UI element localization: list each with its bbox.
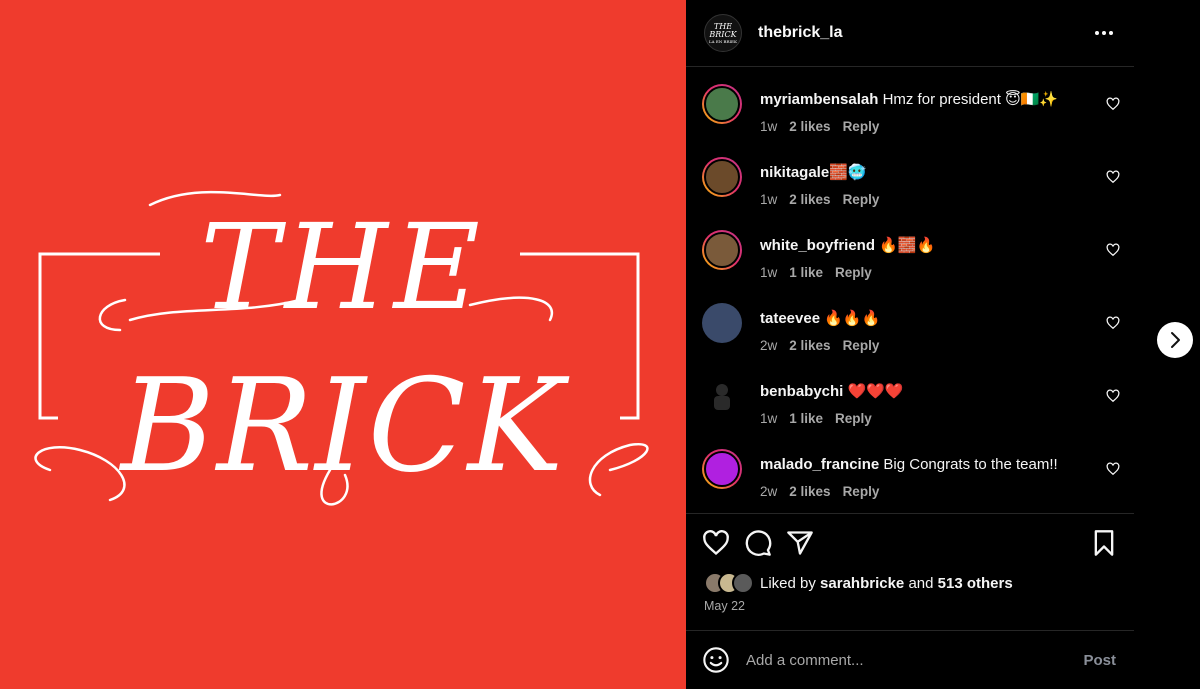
comment-username[interactable]: tateevee <box>760 310 820 327</box>
comment-username[interactable]: malado_francine <box>760 456 879 473</box>
next-post-button[interactable] <box>1157 322 1193 358</box>
comment-age[interactable]: 1w <box>760 119 777 134</box>
comment-text: Hmz for president 😇🇨🇮✨ <box>882 91 1059 108</box>
comment-likes[interactable]: 2 likes <box>789 119 830 134</box>
comment-username[interactable]: benbabychi <box>760 383 843 400</box>
reply-button[interactable]: Reply <box>843 484 880 499</box>
profile-avatar[interactable]: THE BRICK LA EN BRIEK <box>704 14 742 52</box>
comment-item: tateevee 🔥🔥🔥 2w 2 likes Reply <box>686 303 1134 376</box>
comment-item: malado_francine Big Congrats to the team… <box>686 449 1134 522</box>
post-actions-area: Liked by sarahbricke and 513 others May … <box>686 513 1134 630</box>
comment-item: myriambensalah Hmz for president 😇🇨🇮✨ 1w… <box>686 84 1134 157</box>
likes-others-link[interactable]: 513 others <box>938 575 1013 592</box>
reply-button[interactable]: Reply <box>843 119 880 134</box>
comment-age[interactable]: 2w <box>760 338 777 353</box>
logo-line-1: THE <box>200 198 486 336</box>
chevron-right-icon <box>1171 332 1180 348</box>
likes-and-text: and <box>908 574 934 592</box>
reply-button[interactable]: Reply <box>843 338 880 353</box>
comment-age[interactable]: 2w <box>760 484 777 499</box>
logo-line-2: BRICK <box>119 352 570 501</box>
comment-age[interactable]: 1w <box>760 265 777 280</box>
post-media[interactable]: THE BRICK <box>0 0 686 689</box>
more-options-icon[interactable] <box>1092 21 1116 45</box>
comments-list: myriambensalah Hmz for president 😇🇨🇮✨ 1w… <box>686 84 1134 522</box>
reply-button[interactable]: Reply <box>835 411 872 426</box>
add-comment-bar: Post <box>686 630 1134 689</box>
comment-like-heart-icon[interactable] <box>1106 97 1120 111</box>
liker-username[interactable]: sarahbricke <box>820 575 904 592</box>
comment-item: benbabychi ❤️❤️❤️ 1w 1 like Reply <box>686 376 1134 449</box>
post-side-panel: THE BRICK LA EN BRIEK thebrick_la myriam… <box>686 0 1134 689</box>
comment-likes[interactable]: 2 likes <box>789 484 830 499</box>
commenter-avatar[interactable] <box>702 84 742 124</box>
like-heart-icon[interactable] <box>702 529 730 557</box>
commenter-avatar[interactable] <box>702 376 742 416</box>
share-paper-plane-icon[interactable] <box>786 529 814 557</box>
post-comment-button[interactable]: Post <box>1083 652 1116 669</box>
likes-summary: Liked by sarahbricke and 513 others <box>686 572 1134 594</box>
post-date[interactable]: May 22 <box>686 599 1134 613</box>
save-bookmark-icon[interactable] <box>1090 529 1118 557</box>
liked-by-text: Liked by <box>760 574 816 592</box>
comment-username[interactable]: white_boyfriend <box>760 237 875 254</box>
comment-text: Big Congrats to the team!! <box>883 456 1058 473</box>
comment-input[interactable] <box>746 651 1084 669</box>
comment-likes[interactable]: 1 like <box>789 411 823 426</box>
comment-like-heart-icon[interactable] <box>1106 243 1120 257</box>
post-header: THE BRICK LA EN BRIEK thebrick_la <box>686 0 1134 67</box>
comment-like-heart-icon[interactable] <box>1106 462 1120 476</box>
comment-age[interactable]: 1w <box>760 192 777 207</box>
emoji-smiley-icon[interactable] <box>702 646 730 674</box>
comment-likes[interactable]: 2 likes <box>789 192 830 207</box>
comment-like-heart-icon[interactable] <box>1106 316 1120 330</box>
comment-text: ❤️❤️❤️ <box>847 383 904 400</box>
comment-username[interactable]: nikitagale <box>760 164 829 181</box>
commenter-avatar[interactable] <box>702 303 742 343</box>
comment-item: nikitagale🧱🥶 1w 2 likes Reply <box>686 157 1134 230</box>
comment-age[interactable]: 1w <box>760 411 777 426</box>
silhouette-icon <box>714 384 730 410</box>
comment-likes[interactable]: 1 like <box>789 265 823 280</box>
action-bar <box>686 514 1134 572</box>
comment-text: 🔥🧱🔥 <box>879 237 936 254</box>
the-brick-logo: THE BRICK <box>34 190 649 506</box>
comment-text: 🔥🔥🔥 <box>824 310 881 327</box>
reply-button[interactable]: Reply <box>835 265 872 280</box>
liker-avatars <box>704 572 754 594</box>
comment-bubble-icon[interactable] <box>744 529 772 557</box>
comment-like-heart-icon[interactable] <box>1106 170 1120 184</box>
comment-item: white_boyfriend 🔥🧱🔥 1w 1 like Reply <box>686 230 1134 303</box>
post-username[interactable]: thebrick_la <box>758 24 842 42</box>
commenter-avatar[interactable] <box>702 157 742 197</box>
commenter-avatar[interactable] <box>702 230 742 270</box>
reply-button[interactable]: Reply <box>843 192 880 207</box>
comment-username[interactable]: myriambensalah <box>760 91 878 108</box>
comment-text: 🧱🥶 <box>829 164 867 181</box>
comment-likes[interactable]: 2 likes <box>789 338 830 353</box>
comment-like-heart-icon[interactable] <box>1106 389 1120 403</box>
liker-avatar[interactable] <box>732 572 754 594</box>
commenter-avatar[interactable] <box>702 449 742 489</box>
